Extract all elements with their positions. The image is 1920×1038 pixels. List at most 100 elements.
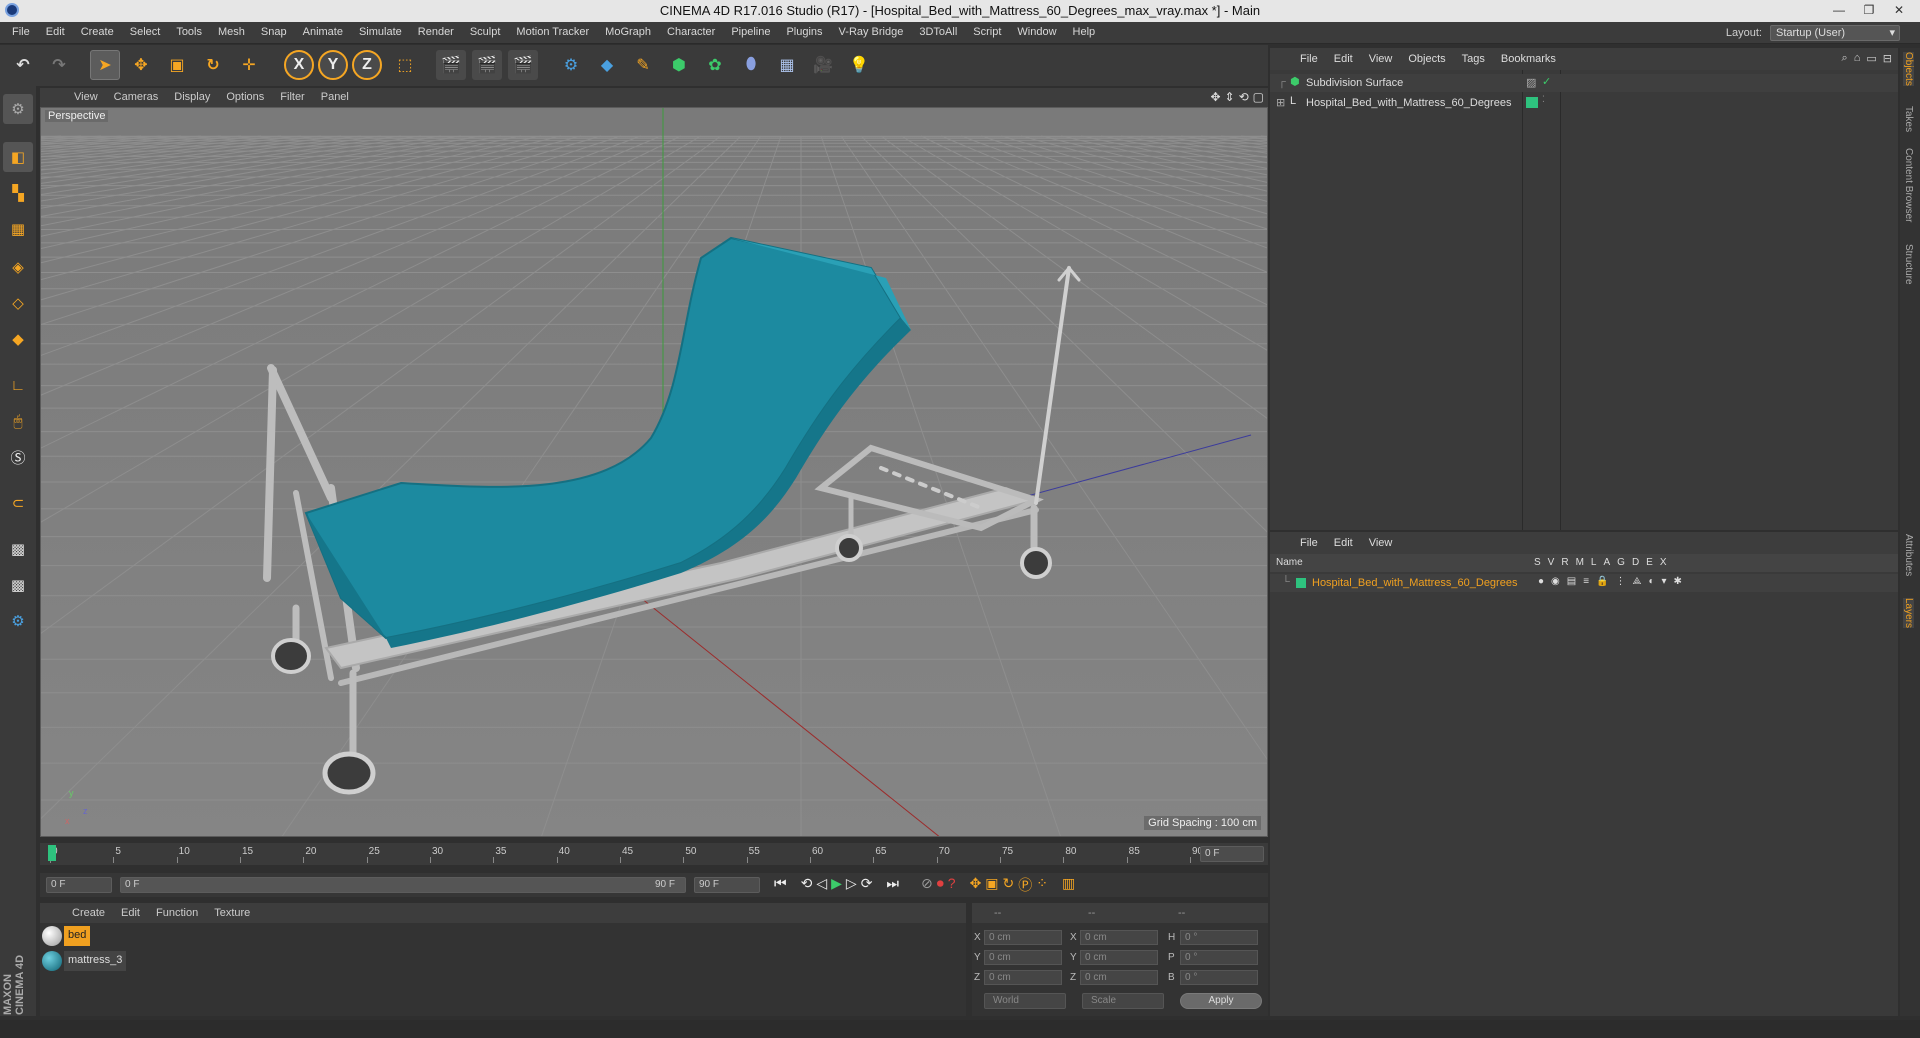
- next-key-icon[interactable]: ⟳: [861, 875, 873, 895]
- render-toggle-icon[interactable]: ▤: [1567, 576, 1576, 587]
- timeline-ruler[interactable]: 051015202530354045505560657075808590 0 F: [40, 843, 1268, 865]
- position-key-icon[interactable]: ✥: [970, 875, 982, 895]
- layer-menu-edit[interactable]: Edit: [1326, 537, 1361, 549]
- menu-3dtoall[interactable]: 3DToAll: [911, 26, 965, 38]
- start-frame-field[interactable]: 0 F: [46, 877, 112, 893]
- scale-icon[interactable]: ▣: [162, 50, 192, 80]
- edges-mode-icon[interactable]: ◇: [3, 288, 33, 318]
- position-y-field[interactable]: 0 cm: [984, 950, 1062, 965]
- pan-icon[interactable]: ✥: [1210, 90, 1220, 104]
- model-mode-icon[interactable]: ◧: [3, 142, 33, 172]
- point-level-key-icon[interactable]: ⁘: [1036, 875, 1048, 895]
- collapse-icon[interactable]: ⊟: [1883, 52, 1892, 65]
- viewport-menu-options[interactable]: Options: [218, 91, 272, 103]
- position-z-field[interactable]: 0 cm: [984, 970, 1062, 985]
- move-icon[interactable]: ✥: [126, 50, 156, 80]
- cube-primitive-icon[interactable]: ◆: [592, 50, 622, 80]
- make-editable-icon[interactable]: ⚙: [3, 94, 33, 124]
- axis-mode-icon[interactable]: ∟: [3, 370, 33, 400]
- keyframe-selection-icon[interactable]: ?: [948, 875, 956, 895]
- record-keys-icon[interactable]: ⊘: [921, 875, 933, 895]
- apply-button[interactable]: Apply: [1180, 993, 1262, 1009]
- transform-icon[interactable]: ✛: [234, 50, 264, 80]
- parameter-key-icon[interactable]: Ⓟ: [1018, 875, 1032, 895]
- solo-icon[interactable]: Ⓢ: [3, 442, 33, 472]
- tab-objects[interactable]: Objects: [1903, 52, 1914, 86]
- rotation-key-icon[interactable]: ↻: [1003, 875, 1015, 895]
- end-frame-field[interactable]: 90 F: [694, 877, 760, 893]
- home-icon[interactable]: ⌂: [1854, 52, 1861, 65]
- material-mattress[interactable]: mattress_3: [42, 950, 127, 972]
- tab-layers[interactable]: Layers: [1903, 598, 1914, 629]
- object-menu-file[interactable]: File: [1292, 53, 1326, 65]
- object-row-hospital-bed[interactable]: ⊞ L Hospital_Bed_with_Mattress_60_Degree…: [1270, 94, 1898, 112]
- menu-v-ray-bridge[interactable]: V-Ray Bridge: [831, 26, 912, 38]
- menu-sculpt[interactable]: Sculpt: [462, 26, 509, 38]
- python-icon[interactable]: ⚙: [556, 50, 586, 80]
- viewport-menu-filter[interactable]: Filter: [272, 91, 312, 103]
- tab-content-browser[interactable]: Content Browser: [1903, 148, 1914, 222]
- menu-plugins[interactable]: Plugins: [778, 26, 830, 38]
- lock-toggle-icon[interactable]: 🔒: [1596, 576, 1608, 587]
- menu-select[interactable]: Select: [122, 26, 169, 38]
- material-menu-texture[interactable]: Texture: [206, 907, 258, 919]
- manager-toggle-icon[interactable]: ≡: [1583, 576, 1589, 587]
- snap-icon[interactable]: ⊂: [3, 488, 33, 518]
- generator-toggle-icon[interactable]: ⟁: [1633, 576, 1642, 587]
- points-mode-icon[interactable]: ◈: [3, 252, 33, 282]
- step-forward-icon[interactable]: ▷: [846, 875, 857, 895]
- previous-key-icon[interactable]: ⟲: [801, 875, 813, 895]
- menu-mograph[interactable]: MoGraph: [597, 26, 659, 38]
- deformer-toggle-icon[interactable]: ◐: [1648, 576, 1654, 587]
- undo-icon[interactable]: ↶: [8, 50, 38, 80]
- render-settings-icon[interactable]: 🎬: [508, 50, 538, 80]
- subdivision-icon[interactable]: ⬢: [664, 50, 694, 80]
- menu-motion-tracker[interactable]: Motion Tracker: [508, 26, 597, 38]
- viewport-menu-cameras[interactable]: Cameras: [106, 91, 167, 103]
- deformer-icon[interactable]: ⬮: [736, 50, 766, 80]
- menu-mesh[interactable]: Mesh: [210, 26, 253, 38]
- menu-render[interactable]: Render: [410, 26, 462, 38]
- floor-icon[interactable]: ▦: [772, 50, 802, 80]
- autokey-icon[interactable]: ⏺: [937, 875, 944, 895]
- tweak-mode-icon[interactable]: 🖱: [3, 406, 33, 436]
- tab-structure[interactable]: Structure: [1903, 244, 1914, 285]
- layer-row[interactable]: └ Hospital_Bed_with_Mattress_60_Degrees …: [1270, 574, 1898, 592]
- menu-snap[interactable]: Snap: [253, 26, 295, 38]
- render-picture-viewer-icon[interactable]: 🎬: [472, 50, 502, 80]
- layer-menu-view[interactable]: View: [1361, 537, 1401, 549]
- x-axis-lock-icon[interactable]: X: [284, 50, 314, 80]
- menu-help[interactable]: Help: [1065, 26, 1104, 38]
- layer-menu-file[interactable]: File: [1292, 537, 1326, 549]
- light-icon[interactable]: 💡: [844, 50, 874, 80]
- expression-toggle-icon[interactable]: ▾: [1662, 576, 1667, 587]
- material-menu-edit[interactable]: Edit: [113, 907, 148, 919]
- z-axis-lock-icon[interactable]: Z: [352, 50, 382, 80]
- select-arrow-icon[interactable]: ➤: [90, 50, 120, 80]
- size-z-field[interactable]: 0 cm: [1080, 970, 1158, 985]
- object-menu-objects[interactable]: Objects: [1400, 53, 1453, 65]
- scene-canvas[interactable]: [41, 108, 1268, 837]
- animation-toggle-icon[interactable]: ⋮: [1616, 576, 1626, 587]
- step-back-icon[interactable]: ◁: [816, 875, 827, 895]
- layout-select[interactable]: Startup (User): [1770, 25, 1900, 41]
- enabled-check-icon[interactable]: ✓: [1542, 75, 1551, 88]
- viewport-menu-display[interactable]: Display: [166, 91, 218, 103]
- size-y-field[interactable]: 0 cm: [1080, 950, 1158, 965]
- viewport-menu-view[interactable]: View: [66, 91, 106, 103]
- pen-spline-icon[interactable]: ✎: [628, 50, 658, 80]
- size-mode-select[interactable]: Scale: [1082, 993, 1164, 1009]
- viewport-perspective[interactable]: Perspective Grid Spacing : 100 cm y z x: [40, 107, 1268, 837]
- position-x-field[interactable]: 0 cm: [984, 930, 1062, 945]
- scale-key-icon[interactable]: ▣: [985, 875, 998, 895]
- object-menu-edit[interactable]: Edit: [1326, 53, 1361, 65]
- render-view-icon[interactable]: 🎬: [436, 50, 466, 80]
- y-axis-lock-icon[interactable]: Y: [318, 50, 348, 80]
- menu-pipeline[interactable]: Pipeline: [723, 26, 778, 38]
- menu-create[interactable]: Create: [73, 26, 122, 38]
- material-menu-create[interactable]: Create: [64, 907, 113, 919]
- new-view-icon[interactable]: ▭: [1866, 52, 1876, 65]
- dolly-icon[interactable]: ⇕: [1225, 90, 1235, 104]
- menu-animate[interactable]: Animate: [295, 26, 351, 38]
- go-to-start-icon[interactable]: ⏮: [774, 875, 787, 895]
